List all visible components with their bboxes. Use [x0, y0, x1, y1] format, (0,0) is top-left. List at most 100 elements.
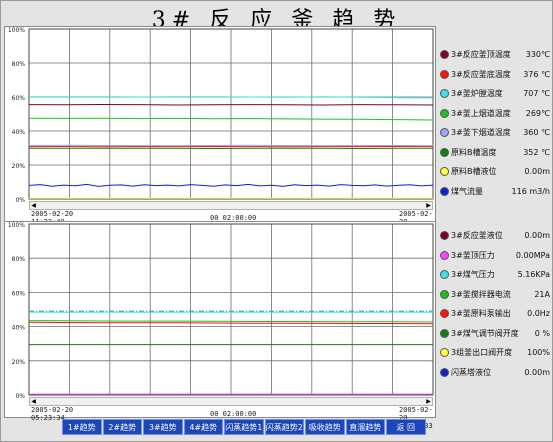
legend-bottom: 3#反应釜液位 0.00m 3#釜顶压力 0.00MPa 3#煤气压力 5.16KPa 3#…	[438, 229, 552, 379]
legend-item[interactable]: 原料B槽液位 0.00m	[438, 165, 552, 179]
legend-color-dot-icon	[440, 348, 449, 357]
nav-button-7[interactable]: 吸收趋势	[305, 419, 345, 435]
legend-value: 5.16KPa	[517, 270, 550, 279]
time-scrollbar[interactable]: ◀ ▶	[29, 201, 433, 210]
legend-value: 116 m3/h	[511, 186, 550, 196]
time-start-date: 2005-02-20	[31, 406, 74, 414]
legend-color-dot-icon	[440, 270, 449, 279]
legend-item[interactable]: 煤气流量 116 m3/h	[438, 185, 552, 199]
legend-item[interactable]: 3#釜原料泵输出 0.0Hz	[438, 307, 552, 321]
legend-item[interactable]: 3组釜出口阀开度 100%	[438, 346, 552, 360]
legend-color-dot-icon	[440, 147, 449, 157]
legend-label: 3#釜下烟道温度	[451, 128, 511, 137]
legend-top: 3#反应釜顶温度 330℃ 3#反应釜底温度 376 ℃ 3#釜炉膛温度 707 ℃ 3#釜…	[438, 48, 552, 198]
legend-item[interactable]: 3#反应釜顶温度 330℃	[438, 48, 552, 62]
legend-label: 煤气流量	[451, 186, 483, 196]
y-tick-label: 40%	[12, 325, 26, 332]
legend-color-dot-icon	[440, 69, 449, 79]
legend-label: 闪蒸塔液位	[451, 367, 491, 377]
y-tick-label: 60%	[12, 95, 26, 102]
legend-color-dot-icon	[440, 231, 449, 240]
y-tick-label: 80%	[12, 61, 26, 68]
y-tick-label: 40%	[12, 129, 26, 136]
y-tick-label: 100%	[8, 222, 25, 229]
legend-color-dot-icon	[440, 50, 449, 59]
legend-label: 3#反应釜液位	[451, 231, 503, 240]
legend-color-dot-icon	[440, 289, 449, 299]
nav-button-2[interactable]: 2#趋势	[102, 419, 142, 435]
time-span-label: 00 02:00:00	[210, 410, 257, 418]
nav-button-9[interactable]: 返 回	[386, 419, 426, 435]
legend-value: 0.00MPa	[515, 250, 550, 260]
y-tick-label: 100%	[8, 27, 25, 34]
legend-value: 21A	[534, 289, 550, 299]
legend-value: 0.00m	[524, 231, 550, 240]
legend-item[interactable]: 3#煤气压力 5.16KPa	[438, 268, 552, 282]
scroll-left-arrow-icon[interactable]: ◀	[30, 398, 37, 405]
legend-label: 3#釜原料泵输出	[451, 309, 511, 318]
y-tick-label: 80%	[12, 256, 26, 263]
legend-label: 3#煤气调节阀开度	[451, 328, 519, 338]
legend-item[interactable]: 原料B槽温度 352 ℃	[438, 146, 552, 160]
y-tick-label: 0%	[15, 393, 25, 400]
legend-color-dot-icon	[440, 89, 449, 98]
legend-value: 360 ℃	[523, 128, 550, 137]
legend-label: 3#釜搅拌器电流	[451, 289, 511, 299]
trend-chart-bottom: 100% 80% 60% 40% 20% 0% ◀ ▶ 2005-02-20 05:23:34 00…	[4, 221, 436, 430]
legend-item[interactable]: 3#反应釜底温度 376 ℃	[438, 68, 552, 82]
chart-svg: 100% 80% 60% 40% 20% 0%	[8, 27, 434, 204]
legend-label: 3#反应釜顶温度	[451, 50, 511, 59]
legend-value: 330℃	[525, 50, 550, 59]
nav-toolbar: 1#趋势 2#趋势 3#趋势 4#趋势 闪蒸趋势1 闪蒸趋势2 吸收趋势 直溜趋势返 回	[62, 419, 442, 437]
legend-item[interactable]: 3#煤气调节阀开度 0 %	[438, 327, 552, 341]
legend-value: 0.00m	[524, 167, 550, 176]
legend-label: 3#煤气压力	[451, 270, 495, 279]
legend-item[interactable]: 3#釜顶压力 0.00MPa	[438, 249, 552, 263]
legend-item[interactable]: 3#釜上烟道温度 269℃	[438, 107, 552, 121]
nav-button-3[interactable]: 3#趋势	[143, 419, 183, 435]
legend-color-dot-icon	[440, 186, 449, 196]
legend-color-dot-icon	[440, 128, 449, 137]
nav-button-5[interactable]: 闪蒸趋势1	[224, 419, 264, 435]
legend-color-dot-icon	[440, 309, 449, 318]
legend-value: 352 ℃	[523, 147, 550, 157]
trend-chart-top: 100%80%60%40%20%0%◀▶2005-02-2011:23:4000…	[4, 26, 436, 234]
legend-color-dot-icon	[440, 367, 449, 377]
legend-item[interactable]: 3#釜下烟道温度 360 ℃	[438, 126, 552, 140]
y-tick-label: 20%	[12, 163, 26, 170]
legend-label: 3组釜出口阀开度	[451, 348, 513, 357]
legend-item[interactable]: 3#釜搅拌器电流 21A	[438, 288, 552, 302]
time-start-date: 2005-02-20	[31, 210, 74, 218]
legend-value: 707 ℃	[523, 89, 550, 98]
legend-item[interactable]: 3#釜炉膛温度 707 ℃	[438, 87, 552, 101]
time-scrollbar[interactable]: ◀ ▶	[29, 397, 433, 406]
legend-label: 原料B槽液位	[451, 167, 497, 176]
nav-button-4[interactable]: 4#趋势	[183, 419, 223, 435]
y-tick-label: 20%	[12, 359, 26, 366]
legend-label: 3#釜顶压力	[451, 250, 495, 260]
legend-value: 100%	[527, 348, 550, 357]
legend-value: 269℃	[525, 108, 550, 118]
chart-svg: 100% 80% 60% 40% 20% 0%	[8, 222, 434, 400]
legend-color-dot-icon	[440, 250, 449, 260]
legend-color-dot-icon	[440, 167, 449, 176]
legend-item[interactable]: 3#反应釜液位 0.00m	[438, 229, 552, 243]
nav-button-6[interactable]: 闪蒸趋势2	[264, 419, 304, 435]
scroll-right-arrow-icon[interactable]: ▶	[425, 398, 432, 405]
legend-label: 3#反应釜底温度	[451, 69, 511, 79]
legend-value: 0 %	[534, 328, 550, 338]
y-tick-label: 60%	[12, 290, 26, 297]
legend-value: 0.00m	[524, 367, 550, 377]
legend-label: 3#釜上烟道温度	[451, 108, 511, 118]
scroll-left-arrow-icon[interactable]: ◀	[30, 202, 37, 209]
legend-item[interactable]: 闪蒸塔液位 0.00m	[438, 366, 552, 380]
nav-button-8[interactable]: 直溜趋势	[345, 419, 385, 435]
series-line-0	[28, 103, 434, 106]
nav-button-1[interactable]: 1#趋势	[62, 419, 102, 435]
legend-label: 3#釜炉膛温度	[451, 89, 503, 98]
legend-color-dot-icon	[440, 108, 449, 118]
scroll-right-arrow-icon[interactable]: ▶	[425, 202, 432, 209]
legend-label: 原料B槽温度	[451, 147, 497, 157]
legend-value: 376 ℃	[523, 69, 550, 79]
y-tick-label: 0%	[15, 197, 25, 204]
